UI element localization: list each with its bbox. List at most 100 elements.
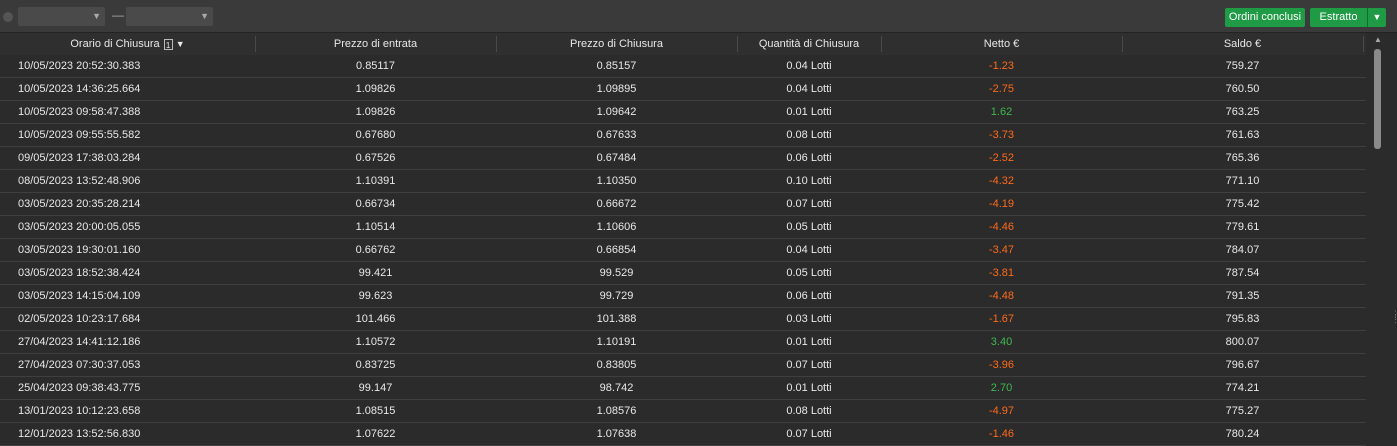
- cell-entry-price: 99.421: [358, 267, 393, 279]
- cell-close-price: 1.10191: [596, 336, 637, 348]
- cell-net: -1.23: [988, 60, 1015, 72]
- cell-entry-price: 0.85117: [356, 60, 395, 72]
- cell-net: -2.75: [988, 83, 1015, 95]
- table-row[interactable]: 03/05/2023 20:35:28.214 0.66734 0.66672 0.0…: [0, 193, 1366, 216]
- table-row[interactable]: 03/05/2023 18:52:38.424 99.421 99.529 0.05 …: [0, 262, 1366, 285]
- cell-balance: 759.27: [1225, 60, 1260, 72]
- vertical-scrollbar[interactable]: ▲: [1372, 33, 1384, 443]
- cell-quantity: 0.01 Lotti: [786, 382, 832, 394]
- column-header-close-price[interactable]: Prezzo di Chiusura: [496, 33, 737, 55]
- table-row[interactable]: 03/05/2023 14:15:04.109 99.623 99.729 0.06 …: [0, 285, 1366, 308]
- table-row[interactable]: 10/05/2023 09:58:47.388 1.09826 1.09642 0.0…: [0, 101, 1366, 124]
- cell-net: -4.32: [988, 175, 1015, 187]
- cell-net: -3.73: [988, 129, 1015, 141]
- range-separator: —: [112, 8, 124, 22]
- cell-close-price: 0.85157: [596, 60, 637, 72]
- cell-balance: 760.50: [1225, 83, 1260, 95]
- table-row[interactable]: 10/05/2023 20:52:30.383 0.85117 0.85157 0.0…: [0, 55, 1366, 78]
- cell-entry-price: 1.07622: [355, 428, 396, 440]
- cell-entry-price: 1.10391: [355, 175, 396, 187]
- table-row[interactable]: 03/05/2023 19:30:01.160 0.66762 0.66854 0.0…: [0, 239, 1366, 262]
- statement-button[interactable]: Estratto: [1310, 8, 1367, 27]
- cell-close-time: 08/05/2023 13:52:48.906: [18, 175, 141, 187]
- date-from-select[interactable]: ▼: [18, 7, 105, 26]
- cell-quantity: 0.07 Lotti: [786, 428, 832, 440]
- cell-close-price: 1.09895: [596, 83, 637, 95]
- cell-balance: 796.67: [1225, 359, 1260, 371]
- table-row[interactable]: 08/05/2023 13:52:48.906 1.10391 1.10350 0.1…: [0, 170, 1366, 193]
- cell-quantity: 0.08 Lotti: [786, 405, 832, 417]
- scrollbar-thumb[interactable]: [1374, 49, 1381, 149]
- cell-net: -4.97: [988, 405, 1015, 417]
- cell-balance: 775.27: [1225, 405, 1260, 417]
- chevron-up-icon[interactable]: ▲: [1374, 35, 1382, 44]
- cell-entry-price: 0.66762: [355, 244, 396, 256]
- column-header-label: Orario di Chiusura: [70, 38, 160, 50]
- cell-entry-price: 101.466: [355, 313, 396, 325]
- chevron-down-icon: ▼: [92, 11, 101, 21]
- cell-quantity: 0.01 Lotti: [786, 106, 832, 118]
- cell-close-time: 10/05/2023 09:55:55.582: [18, 129, 141, 141]
- cell-net: -3.96: [988, 359, 1015, 371]
- cell-quantity: 0.03 Lotti: [786, 313, 832, 325]
- cell-quantity: 0.05 Lotti: [786, 221, 832, 233]
- table-row[interactable]: 13/01/2023 10:12:23.658 1.08515 1.08576 0.0…: [0, 400, 1366, 423]
- cell-close-time: 03/05/2023 14:15:04.109: [18, 290, 141, 302]
- cell-entry-price: 1.10572: [355, 336, 396, 348]
- table-row[interactable]: 10/05/2023 09:55:55.582 0.67680 0.67633 0.0…: [0, 124, 1366, 147]
- cell-quantity: 0.05 Lotti: [786, 267, 832, 279]
- chevron-down-icon: ▼: [200, 11, 209, 21]
- table-row[interactable]: 02/05/2023 10:23:17.684 101.466 101.388 0.0…: [0, 308, 1366, 331]
- cell-close-price: 98.742: [599, 382, 634, 394]
- status-dot-icon: [3, 12, 13, 22]
- cell-close-price: 99.529: [599, 267, 634, 279]
- table-row[interactable]: 09/05/2023 17:38:03.284 0.67526 0.67484 0.0…: [0, 147, 1366, 170]
- cell-entry-price: 0.67526: [355, 152, 396, 164]
- table-row[interactable]: 10/05/2023 14:36:25.664 1.09826 1.09895 0.0…: [0, 78, 1366, 101]
- cell-entry-price: 1.08515: [355, 405, 396, 417]
- cell-entry-price: 99.623: [358, 290, 393, 302]
- cell-entry-price: 1.09826: [355, 106, 396, 118]
- cell-close-price: 1.07638: [596, 428, 637, 440]
- cell-entry-price: 0.66734: [355, 198, 396, 210]
- cell-close-time: 10/05/2023 09:58:47.388: [18, 106, 141, 118]
- table-row[interactable]: 03/05/2023 20:00:05.055 1.10514 1.10606 0.0…: [0, 216, 1366, 239]
- column-header-entry-price[interactable]: Prezzo di entrata: [255, 33, 496, 55]
- cell-close-time: 03/05/2023 20:35:28.214: [18, 198, 141, 210]
- cell-balance: 795.83: [1225, 313, 1260, 325]
- cell-balance: 775.42: [1225, 198, 1260, 210]
- cell-quantity: 0.04 Lotti: [786, 60, 832, 72]
- column-header-net[interactable]: Netto €: [881, 33, 1122, 55]
- table-row[interactable]: 27/04/2023 14:41:12.186 1.10572 1.10191 0.0…: [0, 331, 1366, 354]
- cell-balance: 763.25: [1225, 106, 1260, 118]
- cell-close-price: 101.388: [596, 313, 637, 325]
- resize-grip-icon[interactable]: ⋮ ⋮: [1391, 310, 1397, 324]
- statement-dropdown-button[interactable]: ▼: [1367, 8, 1386, 27]
- cell-entry-price: 1.10514: [355, 221, 396, 233]
- cell-net: -4.19: [988, 198, 1015, 210]
- cell-net: 2.70: [990, 382, 1013, 394]
- cell-net: -2.52: [988, 152, 1015, 164]
- sort-desc-icon: ▼: [175, 39, 185, 49]
- column-header-balance[interactable]: Saldo €: [1122, 33, 1363, 55]
- cell-close-price: 1.10606: [596, 221, 637, 233]
- column-header-time[interactable]: Orario di Chiusura 1 ▼: [0, 33, 255, 55]
- column-header-quantity[interactable]: Quantità di Chiusura: [737, 33, 881, 55]
- cell-net: -1.46: [988, 428, 1015, 440]
- cell-balance: 791.35: [1225, 290, 1260, 302]
- date-to-select[interactable]: ▼: [126, 7, 213, 26]
- column-divider[interactable]: [1363, 36, 1364, 52]
- cell-close-price: 1.09642: [596, 106, 637, 118]
- closed-orders-button[interactable]: Ordini conclusi: [1225, 8, 1305, 27]
- cell-net: -1.67: [988, 313, 1015, 325]
- cell-close-price: 0.83805: [596, 359, 637, 371]
- cell-balance: 774.21: [1225, 382, 1260, 394]
- cell-quantity: 0.07 Lotti: [786, 359, 832, 371]
- cell-net: -4.46: [988, 221, 1015, 233]
- cell-close-time: 27/04/2023 14:41:12.186: [18, 336, 141, 348]
- table-row[interactable]: 25/04/2023 09:38:43.775 99.147 98.742 0.01 …: [0, 377, 1366, 400]
- cell-close-price: 1.08576: [596, 405, 637, 417]
- table-row[interactable]: 27/04/2023 07:30:37.053 0.83725 0.83805 0.0…: [0, 354, 1366, 377]
- cell-close-time: 10/05/2023 20:52:30.383: [18, 60, 141, 72]
- cell-quantity: 0.10 Lotti: [786, 175, 832, 187]
